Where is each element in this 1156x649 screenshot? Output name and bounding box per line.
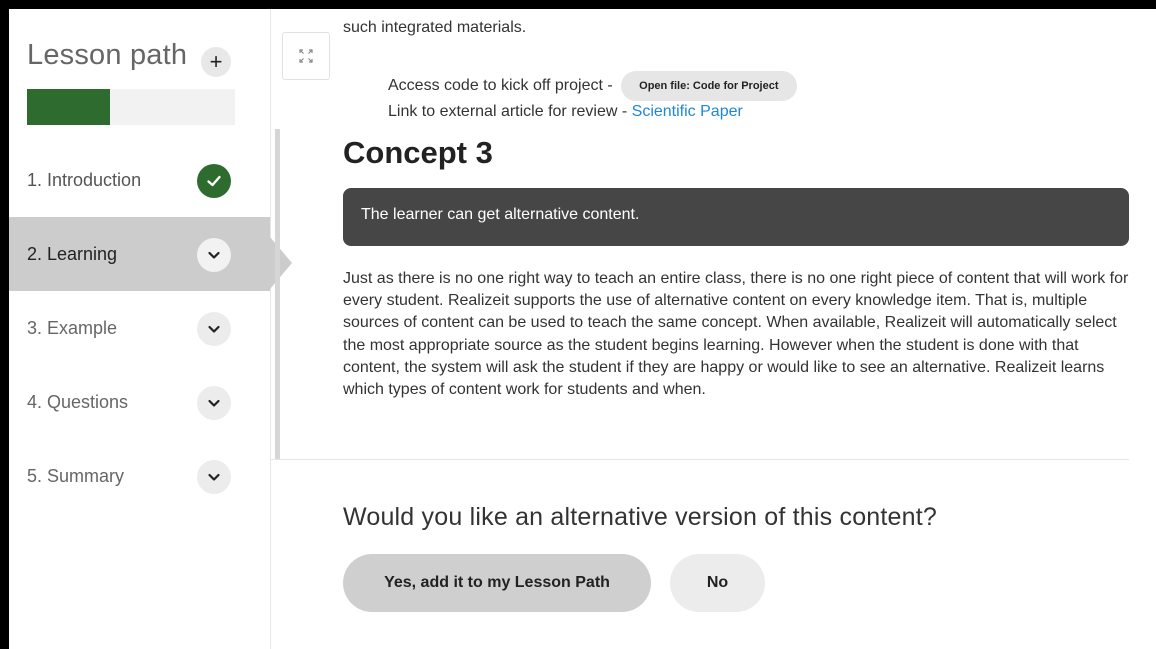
lesson-path-title: Lesson path <box>27 39 188 71</box>
chevron-down-icon[interactable] <box>197 386 231 420</box>
check-icon <box>197 164 231 198</box>
lesson-progress-bar <box>27 89 235 125</box>
content-scroll-indicator <box>275 129 280 459</box>
learning-objective-banner: The learner can get alternative content. <box>343 188 1129 246</box>
expand-icon <box>299 49 313 63</box>
access-code-text: Access code to kick off project - <box>388 77 613 95</box>
chevron-down-icon[interactable] <box>197 312 231 346</box>
step-questions[interactable]: 4. Questions <box>9 365 270 439</box>
step-label: 1. Introduction <box>27 170 142 190</box>
article-line: Link to external article for review - Sc… <box>388 103 743 121</box>
concept-title: Concept 3 <box>343 135 493 170</box>
chevron-down-icon[interactable] <box>197 460 231 494</box>
lesson-progress-fill <box>27 89 111 125</box>
chevron-down-icon[interactable] <box>197 238 231 272</box>
step-example[interactable]: 3. Example <box>9 291 270 365</box>
step-summary[interactable]: 5. Summary <box>9 439 270 513</box>
step-label: 4. Questions <box>27 392 129 412</box>
lesson-path-sidebar: Lesson path + 1. Introduction 2. Learnin… <box>9 9 271 649</box>
alternative-content-question: Would you like an alternative version of… <box>343 503 938 531</box>
open-file-button[interactable]: Open file: Code for Project <box>621 71 797 101</box>
section-divider <box>271 459 1129 460</box>
expand-button[interactable] <box>282 32 330 80</box>
add-to-lesson-path-button[interactable]: Yes, add it to my Lesson Path <box>343 554 651 612</box>
concept-body-text: Just as there is no one right way to tea… <box>343 270 1129 399</box>
intro-text: such integrated materials. <box>343 19 527 36</box>
article-text: Link to external article for review - <box>388 103 628 120</box>
step-label: 2. Learning <box>27 244 118 264</box>
step-introduction[interactable]: 1. Introduction <box>9 143 270 217</box>
add-lesson-button[interactable]: + <box>201 47 231 77</box>
active-step-pointer <box>270 237 292 289</box>
step-label: 3. Example <box>27 318 118 338</box>
access-code-line: Access code to kick off project - Open f… <box>388 71 797 101</box>
app-frame: Lesson path + 1. Introduction 2. Learnin… <box>9 9 1156 649</box>
scientific-paper-link[interactable]: Scientific Paper <box>632 103 743 120</box>
step-learning[interactable]: 2. Learning <box>9 217 270 291</box>
step-label: 5. Summary <box>27 466 125 486</box>
no-button[interactable]: No <box>670 554 765 612</box>
